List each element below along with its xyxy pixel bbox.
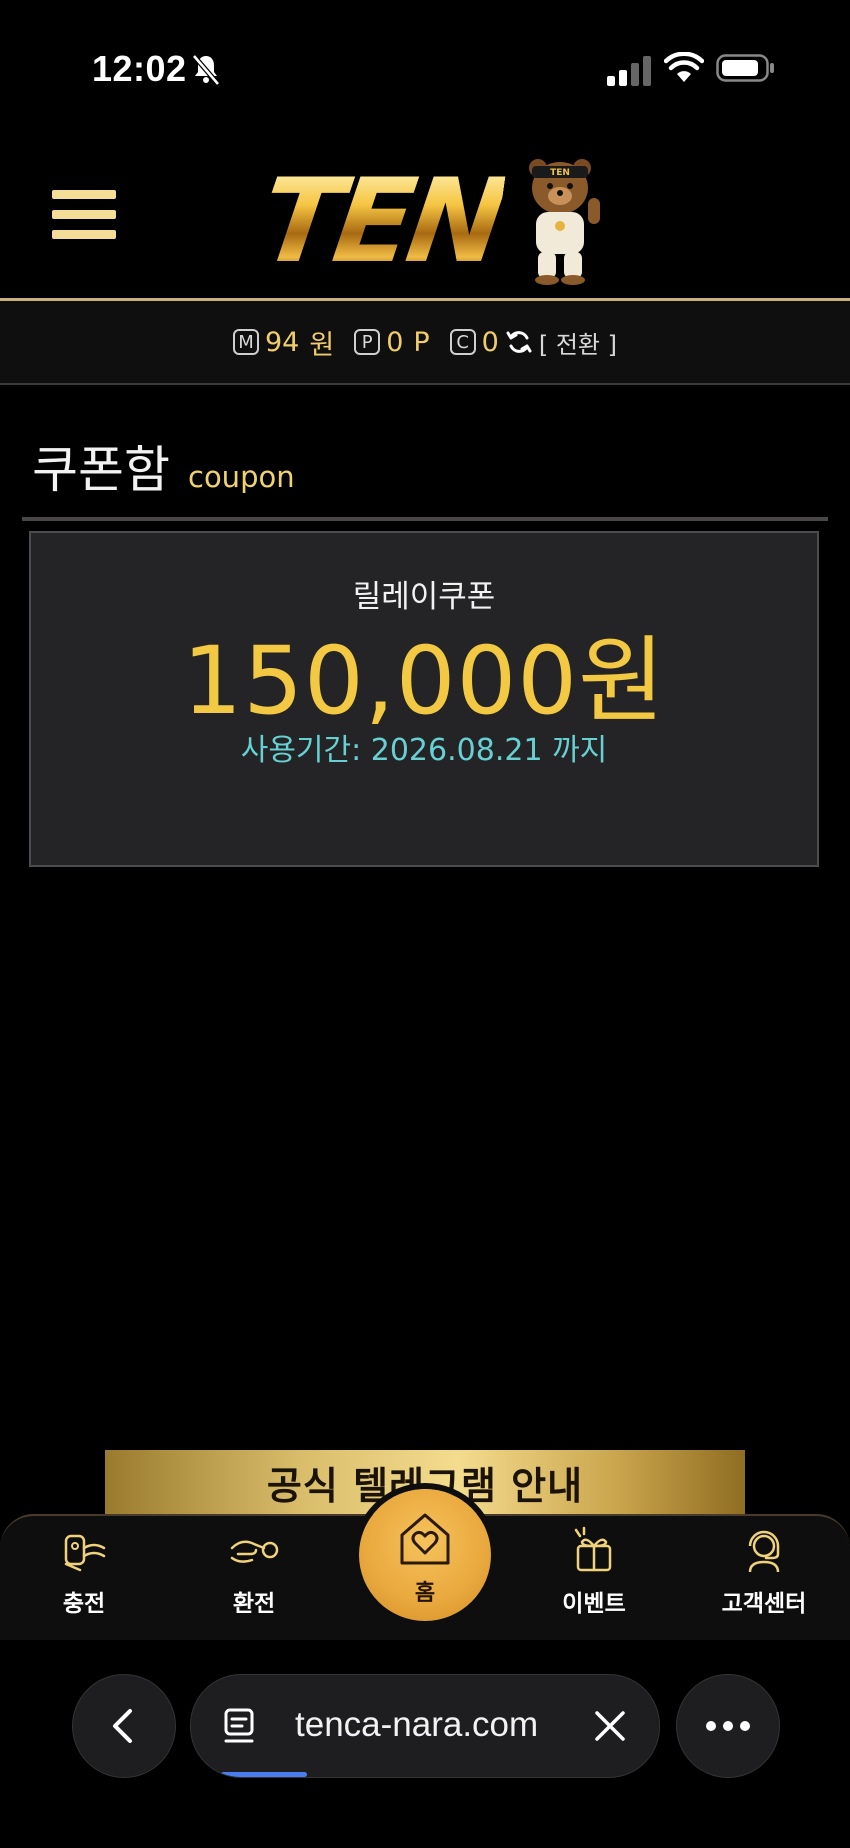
hamburger-menu-icon[interactable] xyxy=(50,186,118,246)
casino-value: 0 xyxy=(481,326,499,358)
bear-mascot-icon: TEN xyxy=(529,159,600,285)
home-heart-icon xyxy=(400,1513,450,1565)
casino-balance: C 0 [ 전환 ] xyxy=(449,325,617,360)
convert-button[interactable]: [ 전환 ] xyxy=(539,325,617,360)
coupon-expiry: 사용기간: 2026.08.21 까지 xyxy=(240,733,608,768)
chevron-left-icon xyxy=(113,1709,132,1743)
signal-icon xyxy=(607,56,651,86)
site-logo[interactable]: TEN TEN xyxy=(253,154,600,289)
point-unit: P xyxy=(413,326,430,358)
money-value: 94 xyxy=(264,326,300,358)
nav-home-label: 홈 xyxy=(414,1581,436,1606)
page-title-block: 쿠폰함 coupon xyxy=(32,430,295,502)
page-info-icon[interactable] xyxy=(221,1707,259,1745)
nav-withdraw[interactable]: 환전 xyxy=(189,1524,319,1634)
casino-badge-icon: C xyxy=(449,329,476,355)
browser-toolbar: tenca-nara.com xyxy=(0,1640,850,1848)
battery-icon xyxy=(716,54,774,82)
logo-text: TEN xyxy=(252,154,510,289)
title-divider xyxy=(22,517,828,521)
bell-slash-icon xyxy=(192,54,220,86)
site-header: TEN TEN xyxy=(0,140,850,298)
nav-withdraw-label: 환전 xyxy=(232,1591,276,1617)
address-bar[interactable]: tenca-nara.com xyxy=(190,1674,660,1778)
browser-more-button[interactable] xyxy=(676,1674,780,1778)
withdraw-icon xyxy=(230,1540,279,1563)
money-balance: M 94 원 xyxy=(232,323,335,362)
page-load-progress xyxy=(221,1772,307,1777)
deposit-icon xyxy=(64,1534,106,1572)
nav-home-button[interactable]: 홈 xyxy=(359,1489,491,1621)
support-agent-icon xyxy=(748,1530,780,1573)
money-unit: 원 xyxy=(309,329,335,361)
gift-icon xyxy=(574,1526,612,1572)
coupon-card[interactable]: 릴레이쿠폰 150,000원 사용기간: 2026.08.21 까지 xyxy=(29,531,819,867)
logo-badge-text: TEN xyxy=(550,168,570,178)
nav-event-label: 이벤트 xyxy=(562,1591,626,1617)
point-badge-icon: P xyxy=(354,329,381,355)
nav-deposit[interactable]: 충전 xyxy=(19,1524,149,1634)
status-bar: 12:02 xyxy=(0,0,850,140)
page-subtitle: coupon xyxy=(188,460,295,494)
refresh-icon[interactable] xyxy=(505,328,533,356)
money-badge-icon: M xyxy=(232,329,259,355)
nav-support-label: 고객센터 xyxy=(721,1591,807,1617)
nav-event[interactable]: 이벤트 xyxy=(529,1524,659,1634)
point-balance: P 0 P xyxy=(354,326,430,358)
nav-deposit-label: 충전 xyxy=(62,1591,106,1617)
status-time: 12:02 xyxy=(92,48,187,89)
close-icon[interactable] xyxy=(593,1709,627,1743)
browser-back-button[interactable] xyxy=(72,1674,176,1778)
coupon-amount: 150,000원 xyxy=(182,627,666,736)
balance-bar: M 94 원 P 0 P C 0 [ 전환 ] xyxy=(0,301,850,385)
url-text: tenca-nara.com xyxy=(295,1705,539,1744)
page-title: 쿠폰함 xyxy=(32,441,170,499)
point-value: 0 xyxy=(386,326,404,358)
more-dots-icon xyxy=(706,1721,750,1731)
nav-support[interactable]: 고객센터 xyxy=(699,1524,829,1634)
wifi-icon xyxy=(664,52,704,82)
